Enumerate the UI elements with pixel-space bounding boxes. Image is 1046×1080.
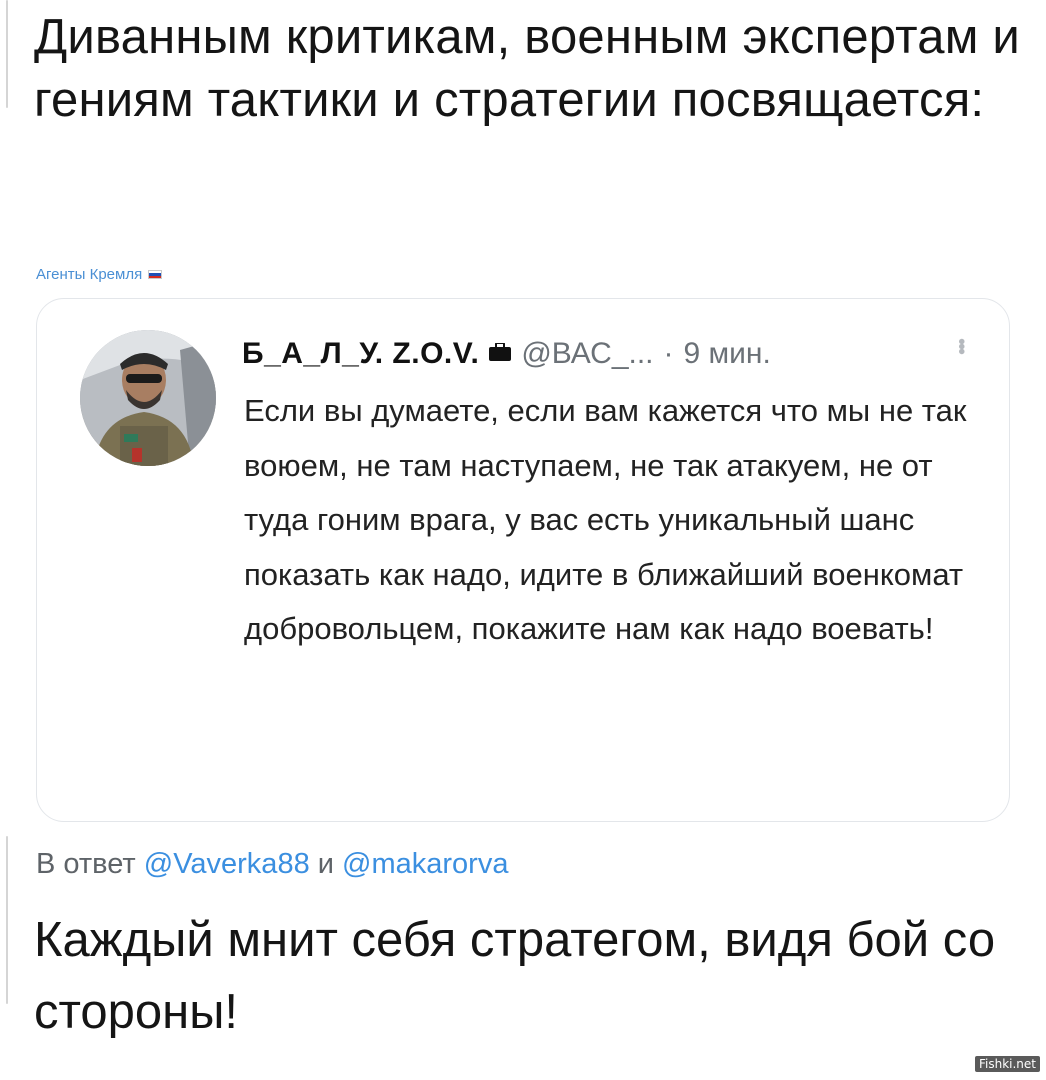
quoted-author-handle[interactable]: @ВАС_... <box>521 337 653 371</box>
watermark: Fishki.net <box>974 1056 1040 1072</box>
reply-conjunction: и <box>317 848 334 880</box>
quoted-author-name[interactable]: Б_А_Л_У. Z.O.V. <box>242 337 479 371</box>
reply-text: Каждый мнит себя стратегом, видя бой со … <box>34 913 996 1039</box>
mention-link-2[interactable]: @makarorva <box>342 848 508 880</box>
source-line[interactable]: Агенты Кремля <box>36 266 163 283</box>
quoted-tweet-body: Если вы думаете, если вам кажется что мы… <box>244 393 967 646</box>
post-text: Диванным критикам, военным экспертам и г… <box>34 10 1020 127</box>
quoted-tweet-header: Б_А_Л_У. Z.O.V. @ВАС_... · 9 мин. ••• <box>242 334 972 374</box>
reply-prefix: В ответ <box>36 848 136 880</box>
quoted-timestamp[interactable]: 9 мин. <box>684 337 771 371</box>
separator-dot: · <box>663 337 674 370</box>
thread-line-bottom <box>6 836 8 1004</box>
reply-to-line: В ответ @Vaverka88 и @makarorva <box>36 848 508 881</box>
mention-link-1[interactable]: @Vaverka88 <box>144 848 310 880</box>
more-vertical-icon[interactable]: ••• <box>950 338 972 353</box>
avatar-image <box>80 330 216 466</box>
flag-stripe-red <box>149 275 162 278</box>
avatar[interactable] <box>80 330 216 466</box>
briefcase-icon <box>489 343 512 361</box>
russian-flag-icon <box>148 270 163 279</box>
source-label[interactable]: Агенты Кремля <box>36 266 142 283</box>
thread-line-top <box>6 0 8 108</box>
